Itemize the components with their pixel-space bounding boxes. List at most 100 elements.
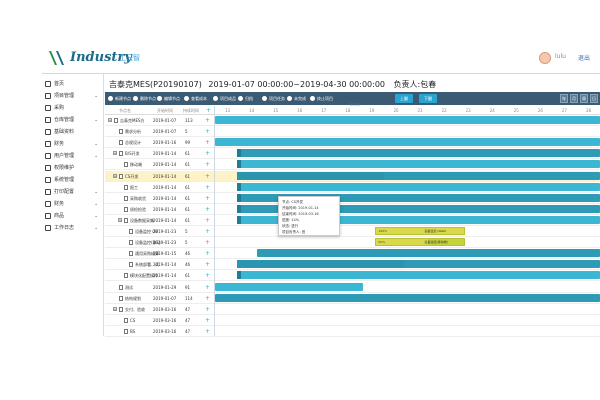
- collapse-toggle-icon[interactable]: ⊟: [118, 217, 122, 222]
- add-subtask-button[interactable]: +: [205, 259, 210, 270]
- toolbar-button[interactable]: 归档: [238, 92, 253, 105]
- add-subtask-button[interactable]: +: [205, 182, 210, 193]
- logout-link[interactable]: 退出: [578, 53, 590, 62]
- gantt-task-bar[interactable]: [236, 182, 600, 191]
- collapse-toggle-icon[interactable]: ⊟: [113, 151, 117, 156]
- col-start-header[interactable]: 开始时间: [157, 106, 173, 115]
- sidebar-item[interactable]: 首页: [42, 79, 104, 89]
- sidebar-item[interactable]: 基础资料: [42, 127, 104, 137]
- add-subtask-button[interactable]: +: [205, 270, 210, 281]
- collapse-toggle-icon[interactable]: ⊟: [113, 173, 117, 178]
- gantt-task-bar[interactable]: [236, 171, 600, 180]
- add-subtask-button[interactable]: +: [205, 115, 210, 126]
- add-subtask-button[interactable]: +: [205, 137, 210, 148]
- table-row[interactable]: 质检检验 2019-01-14 61 +: [105, 204, 600, 215]
- table-row[interactable]: BS 2019-03-16 47 +: [105, 326, 600, 337]
- toolbar-button[interactable]: 终止项目: [310, 92, 333, 105]
- sidebar-item[interactable]: 权限维护: [42, 163, 104, 173]
- add-subtask-button[interactable]: +: [205, 193, 210, 204]
- add-subtask-button[interactable]: +: [205, 171, 210, 182]
- collapse-toggle-icon[interactable]: ⊟: [108, 118, 112, 122]
- add-subtask-button[interactable]: +: [205, 293, 210, 304]
- table-row[interactable]: 设备监控 (W 2019-01-23 5 +100% 设备监控 (Web): [105, 226, 600, 237]
- table-row[interactable]: 通用采购结算 2019-01-15 46 +: [105, 248, 600, 260]
- table-row[interactable]: ⊟ B/S开发 2019-01-14 61 +: [105, 148, 600, 160]
- toolbar-button[interactable]: 未完成: [287, 92, 306, 105]
- user-name[interactable]: lulu: [555, 53, 566, 60]
- gantt-milestone-bar[interactable]: 60% 设备监控(移动端): [375, 238, 466, 247]
- gantt-task-bar[interactable]: [236, 271, 600, 280]
- add-subtask-button[interactable]: +: [205, 315, 210, 326]
- avatar[interactable]: [539, 52, 551, 64]
- task-start: 2019-01-29: [153, 284, 177, 290]
- add-subtask-button[interactable]: +: [205, 159, 210, 170]
- add-subtask-button[interactable]: +: [205, 237, 210, 248]
- sidebar-item[interactable]: 财务 ⌄: [42, 139, 104, 149]
- add-subtask-button[interactable]: +: [205, 326, 210, 337]
- gantt-task-bar[interactable]: [236, 260, 600, 269]
- sidebar-item[interactable]: 项目管理 ⌄: [42, 91, 104, 101]
- gantt-task-bar[interactable]: [236, 149, 600, 158]
- sidebar-item[interactable]: 用户管理 ⌄: [42, 151, 104, 161]
- chevron-down-icon[interactable]: ⌄: [94, 91, 98, 101]
- sidebar-item[interactable]: 打印配置 ⌄: [42, 187, 104, 197]
- sidebar-item[interactable]: 系统管理: [42, 175, 104, 185]
- toolbar-button[interactable]: 新建节点: [108, 92, 131, 105]
- table-row[interactable]: 移动端 2019-01-14 61 +: [105, 159, 600, 171]
- chevron-down-icon[interactable]: ⌄: [94, 139, 98, 149]
- gantt-task-bar[interactable]: [215, 116, 600, 124]
- toolbar-button[interactable]: 查看成本: [184, 92, 207, 105]
- add-subtask-button[interactable]: +: [205, 215, 210, 226]
- toolbar-button[interactable]: 编辑节点: [157, 92, 180, 105]
- chevron-down-icon[interactable]: ⌄: [94, 223, 98, 233]
- toolbar-button[interactable]: 删除节点: [133, 92, 156, 105]
- add-subtask-button[interactable]: +: [205, 204, 210, 215]
- gantt-task-bar[interactable]: [257, 249, 600, 258]
- col-name-header[interactable]: 节点名: [119, 106, 131, 115]
- chevron-down-icon[interactable]: ⌄: [94, 199, 98, 209]
- add-subtask-button[interactable]: +: [205, 148, 210, 159]
- sidebar-item-icon: [45, 93, 51, 99]
- table-row[interactable]: 需求分析 2019-01-07 5 +: [105, 126, 600, 138]
- collapse-toggle-icon[interactable]: ⊟: [113, 306, 117, 311]
- gantt-milestone-bar[interactable]: 100% 设备监控 (Web): [375, 227, 466, 235]
- prev-page-button[interactable]: 上翻: [395, 94, 413, 103]
- chevron-down-icon[interactable]: ⌄: [94, 115, 98, 125]
- table-row[interactable]: 报工 2019-01-14 61 +: [105, 182, 600, 193]
- table-row[interactable]: 系统部署、试 2019-01-14 46 +: [105, 259, 600, 271]
- gantt-task-bar[interactable]: [236, 160, 600, 169]
- sidebar-item[interactable]: 工作日志 ⌄: [42, 223, 104, 233]
- add-subtask-button[interactable]: +: [205, 304, 210, 315]
- add-node-header-button[interactable]: +: [206, 106, 211, 115]
- sidebar-item[interactable]: 仓库管理 ⌄: [42, 115, 104, 125]
- grid-divider[interactable]: [214, 106, 215, 336]
- next-page-button[interactable]: 下翻: [419, 94, 437, 103]
- add-subtask-button[interactable]: +: [205, 126, 210, 137]
- sidebar-item[interactable]: 财务 ⌄: [42, 199, 104, 209]
- sidebar-item[interactable]: 商品 ⌄: [42, 211, 104, 221]
- table-row[interactable]: 总规设计 2019-01-16 99 +: [105, 137, 600, 149]
- add-subtask-button[interactable]: +: [205, 226, 210, 237]
- table-row[interactable]: ⊟ CS开发 2019-01-14 61 +: [105, 170, 600, 182]
- add-subtask-button[interactable]: +: [205, 282, 210, 293]
- toolbar-button[interactable]: 项目成品: [213, 92, 236, 105]
- col-duration-header[interactable]: 持续时间: [183, 106, 199, 115]
- gantt-task-bar[interactable]: [215, 282, 363, 291]
- table-row[interactable]: 结构规划 2019-01-07 114 +: [105, 293, 600, 304]
- toolbar-button[interactable]: 项目任务: [262, 92, 285, 105]
- table-row[interactable]: ⊟ 设备数据采集 2019-01-14 61 +: [105, 215, 600, 226]
- table-row[interactable]: ⊟ 吉泰克MES方 2019-01-07 113 +: [105, 115, 600, 126]
- table-row[interactable]: CS 2019-03-16 47 +: [105, 315, 600, 326]
- table-row[interactable]: 设备监控(移动 2019-01-23 5 +60% 设备监控(移动端): [105, 237, 600, 249]
- sidebar-item[interactable]: 采购: [42, 103, 104, 113]
- table-row[interactable]: 测试 2019-01-29 91 +: [105, 282, 600, 293]
- chevron-down-icon[interactable]: ⌄: [94, 211, 98, 221]
- gantt-task-bar[interactable]: [215, 138, 600, 147]
- chevron-down-icon[interactable]: ⌄: [94, 187, 98, 197]
- table-row[interactable]: ⊟ 交付、验收 2019-03-16 47 +: [105, 304, 600, 315]
- table-row[interactable]: 采购收货 2019-01-14 61 +: [105, 193, 600, 204]
- add-subtask-button[interactable]: +: [205, 248, 210, 259]
- gantt-task-bar[interactable]: [215, 293, 600, 302]
- chevron-down-icon[interactable]: ⌄: [94, 151, 98, 161]
- table-row[interactable]: 模块化配置操作 2019-01-14 61 +: [105, 270, 600, 282]
